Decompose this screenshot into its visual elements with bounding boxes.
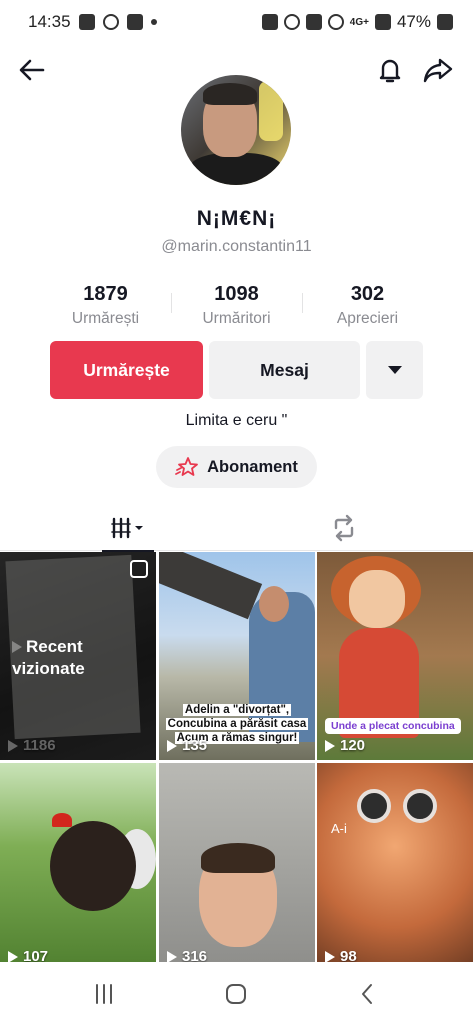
tab-videos[interactable]: [102, 505, 154, 552]
video-tile[interactable]: A-i 98: [317, 763, 473, 971]
play-icon: [167, 950, 177, 963]
video-tile[interactable]: 316: [159, 763, 315, 971]
call-icon: [327, 14, 344, 30]
view-count: 1186: [8, 737, 56, 754]
notifications-button[interactable]: [372, 52, 408, 88]
stat-value: 1879: [83, 283, 128, 305]
play-icon: [325, 950, 335, 963]
thumbnail-creature-eye: [403, 789, 437, 823]
dropdown-arrow-icon: [387, 366, 402, 374]
bell-icon: [379, 59, 401, 83]
video-tile[interactable]: Unde a plecat concubina 120: [317, 552, 473, 760]
thumbnail-head: [259, 586, 289, 622]
subscription-label: Abonament: [207, 457, 298, 476]
recent-line-1: Recent: [26, 637, 83, 656]
thumbnail-creature-eye: [357, 789, 391, 823]
view-count: 120: [325, 737, 365, 754]
share-arrow-icon: [423, 58, 453, 83]
tab-reposts[interactable]: [318, 505, 370, 551]
alarm-icon: [283, 14, 300, 30]
signal-icon: [374, 14, 391, 30]
system-navigation-bar: [0, 962, 473, 1024]
home-icon: [226, 984, 246, 1004]
chevron-left-icon: [362, 984, 372, 1004]
play-icon: [325, 739, 335, 752]
back-button[interactable]: [14, 52, 50, 88]
grid-icon: [111, 517, 143, 539]
play-icon: [8, 739, 18, 752]
network-type: 4G+: [349, 16, 369, 28]
more-options-button[interactable]: [366, 341, 423, 399]
recent-apps-button[interactable]: [84, 976, 124, 1012]
recent-line-2: vizionate: [12, 659, 85, 678]
back-arrow-icon: [19, 59, 45, 81]
status-bar: 14:35 4G+ 47%: [0, 0, 473, 44]
view-count: 135: [167, 737, 207, 754]
more-notifications-icon: [150, 19, 157, 25]
play-icon: [8, 950, 18, 963]
system-back-button[interactable]: [348, 976, 388, 1012]
home-button[interactable]: [216, 976, 256, 1012]
stat-label: Urmăritori: [202, 310, 271, 327]
profile-stats: 1879 Urmărești 1098 Urmăritori 302 Aprec…: [40, 283, 433, 331]
box-icon: [126, 14, 143, 30]
avatar-background: [259, 81, 283, 141]
caption-line: Concubina a părăsit casa: [165, 718, 309, 730]
stat-label: Aprecieri: [336, 310, 399, 327]
view-count-value: 135: [182, 737, 208, 754]
stat-value: 302: [350, 283, 385, 305]
stat-followers[interactable]: 1098 Urmăritori: [171, 283, 302, 331]
battery-percent: 47%: [396, 12, 431, 31]
thumbnail-child-hair: [201, 843, 275, 873]
whatsapp-icon: [102, 14, 119, 30]
battery-saver-icon: [261, 14, 278, 30]
thumbnail-rooster: [50, 821, 136, 911]
stat-following[interactable]: 1879 Urmărești: [40, 283, 171, 331]
view-count-value: 1186: [23, 737, 56, 754]
recent-apps-icon: [96, 984, 112, 1004]
avatar-hair: [203, 83, 257, 105]
stat-value: 1098: [214, 283, 259, 305]
profile-bio: Limita e ceru ": [185, 412, 288, 429]
view-count-value: 120: [340, 737, 366, 754]
thumbnail-cartoon-face: [349, 570, 405, 628]
repost-icon: [334, 514, 354, 542]
thumbnail-rooster-comb: [52, 813, 72, 827]
profile-username: @marin.constantin11: [161, 238, 312, 255]
stat-likes[interactable]: 302 Aprecieri: [302, 283, 433, 331]
status-time: 14:35: [28, 12, 71, 31]
pinned-icon: [130, 560, 148, 578]
caption-line: Adelin a "divorțat",: [182, 704, 292, 716]
play-icon: [12, 641, 22, 653]
stat-label: Urmărești: [71, 310, 140, 327]
share-button[interactable]: [420, 52, 456, 88]
battery-icon: [437, 14, 453, 30]
thumbnail-text: A-i: [331, 821, 347, 836]
play-icon: [167, 739, 177, 752]
follow-button[interactable]: Urmărește: [50, 341, 203, 399]
mute-icon: [305, 14, 322, 30]
video-tile[interactable]: Recent vizionate 1186: [0, 552, 156, 760]
star-badge-icon: [175, 457, 199, 476]
gallery-icon: [78, 14, 95, 30]
video-tile[interactable]: 107: [0, 763, 156, 971]
avatar[interactable]: [181, 75, 291, 185]
subscription-button[interactable]: Abonament: [156, 446, 317, 488]
content-tabs: [0, 505, 473, 552]
recently-viewed-label: Recent vizionate: [12, 636, 85, 680]
thumbnail-roof: [159, 552, 263, 620]
message-button[interactable]: Mesaj: [209, 341, 360, 399]
profile-nickname: N¡M€N¡: [196, 207, 277, 230]
video-tile[interactable]: Adelin a "divorțat", Concubina a părăsit…: [159, 552, 315, 760]
video-tag: Unde a plecat concubina: [325, 718, 461, 734]
avatar-shirt: [189, 153, 283, 185]
